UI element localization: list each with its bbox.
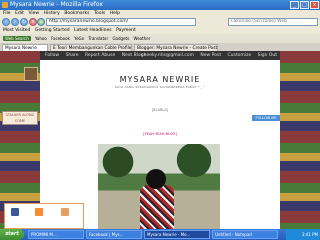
addon-toolbar: Web Search Yahoo Facebook YeGo Translato…	[0, 34, 320, 43]
reload-button[interactable]: ↻	[20, 18, 28, 26]
navbar-new-post[interactable]: New Post	[200, 53, 221, 58]
person	[138, 169, 176, 229]
back-button[interactable]: ‹	[2, 18, 10, 26]
task-facebook[interactable]: Facebook | Mys...	[86, 230, 142, 239]
blog-title[interactable]: MYSARA NEWRIE	[40, 75, 280, 84]
menu-tools[interactable]: Tools	[94, 10, 105, 17]
search-input[interactable]: Lakoniko (Scrizzibe) Web	[228, 18, 318, 26]
tab-profile[interactable]: E Teori Membangunkan Coble Profile...	[50, 44, 132, 51]
close-button[interactable]: ×	[310, 1, 319, 9]
facebook-icon[interactable]	[11, 208, 19, 216]
page-content: STALKER ALONG COME Follow Share Report A…	[0, 51, 320, 229]
person-head	[146, 169, 166, 189]
bookmarks-toolbar: Most Visited Getting Started Latest Head…	[0, 27, 320, 34]
navbar-report-abuse[interactable]: Report Abuse	[85, 53, 115, 58]
bookmark-latest-headlines[interactable]: Latest Headlines	[74, 28, 112, 33]
addon-translator[interactable]: Translator	[88, 36, 108, 41]
addon-facebook[interactable]: Facebook	[51, 36, 70, 41]
navbar-share[interactable]: Share	[66, 53, 79, 58]
home-button[interactable]: ⌂	[37, 18, 45, 26]
task-notepad[interactable]: Untitled - Notepad	[212, 230, 278, 239]
post-title[interactable]: [YEAH YEAH BLOG]	[40, 132, 280, 136]
follow-me-button[interactable]: FOLLOW ME	[252, 115, 280, 121]
addon-yego[interactable]: YeGo	[74, 36, 84, 41]
tab-blogger-create-post[interactable]: Blogger: Mysara Newrie - Create Post	[134, 44, 218, 51]
addon-yahoo[interactable]: Yahoo	[35, 36, 47, 41]
firefox-icon	[2, 2, 8, 8]
maximize-button[interactable]: □	[300, 1, 309, 9]
blogger-navbar: Follow Share Report Abuse Next Blog» che…	[40, 51, 280, 60]
navigation-toolbar: ‹ › ↻ × ⌂ http://mysaranewrie.blogspot.c…	[0, 17, 320, 27]
navbar-right: cheeky.nhs@gmail.com New Post Customize …	[136, 51, 277, 60]
menu-history[interactable]: History	[44, 10, 60, 17]
task-mysara-newrie[interactable]: Mysara Newrie - Mo...	[144, 230, 210, 239]
url-bar[interactable]: http://mysaranewrie.blogspot.com/	[46, 18, 196, 26]
navbar-user-email: cheeky.nhs@gmail.com	[141, 53, 194, 58]
bookmark-getting-started[interactable]: Getting Started	[35, 28, 70, 33]
navbar-customize[interactable]: Customize	[228, 53, 252, 58]
menu-file[interactable]: File	[3, 10, 11, 17]
bookmark-payment[interactable]: Payment	[116, 28, 136, 33]
addon-weather[interactable]: Weather	[133, 36, 150, 41]
title-bar: Mysara Newrie - Mozilla Firefox _ □ ×	[0, 0, 320, 10]
navbar-follow[interactable]: Follow	[45, 53, 59, 58]
menu-bar: File Edit View History Bookmarks Tools H…	[0, 10, 320, 17]
system-clock: 3:41 PM	[286, 229, 320, 240]
tree-left	[98, 144, 138, 189]
taskbar: start PROMINI M... Facebook | Mys... Mys…	[0, 229, 320, 240]
task-promini[interactable]: PROMINI M...	[28, 230, 84, 239]
sidebar-widget	[24, 67, 38, 81]
forward-button[interactable]: ›	[11, 18, 19, 26]
web-search-button[interactable]: Web Search	[3, 36, 31, 41]
stalker-sign: STALKER ALONG COME	[2, 111, 38, 125]
menu-view[interactable]: View	[28, 10, 39, 17]
post-photo	[98, 144, 220, 229]
social-icons-box	[4, 203, 84, 229]
feed-icon[interactable]	[61, 208, 69, 216]
menu-help[interactable]: Help	[110, 10, 120, 17]
minimize-button[interactable]: _	[290, 1, 299, 9]
blog-subtitle: SAYA YANG SEKADARNYA SAYAKMEREKA FAKAT ^…	[114, 85, 206, 89]
bookmark-most-visited[interactable]: Most Visited	[3, 28, 30, 33]
menu-bookmarks[interactable]: Bookmarks	[64, 10, 89, 17]
tab-mysara-newrie[interactable]: Mysara Newrie	[2, 44, 48, 51]
menu-edit[interactable]: Edit	[15, 10, 24, 17]
navbar-sign-out[interactable]: Sign Out	[258, 53, 277, 58]
addon-gadgets[interactable]: Gadgets	[112, 36, 129, 41]
window-title: Mysara Newrie - Mozilla Firefox	[10, 1, 103, 8]
plaid-shirt	[140, 185, 174, 229]
stop-button[interactable]: ×	[29, 18, 37, 26]
rss-icon[interactable]	[35, 208, 43, 216]
start-button[interactable]: start	[0, 229, 24, 240]
post-date: [BLABLA]	[151, 108, 169, 112]
right-background-pattern	[280, 51, 320, 229]
